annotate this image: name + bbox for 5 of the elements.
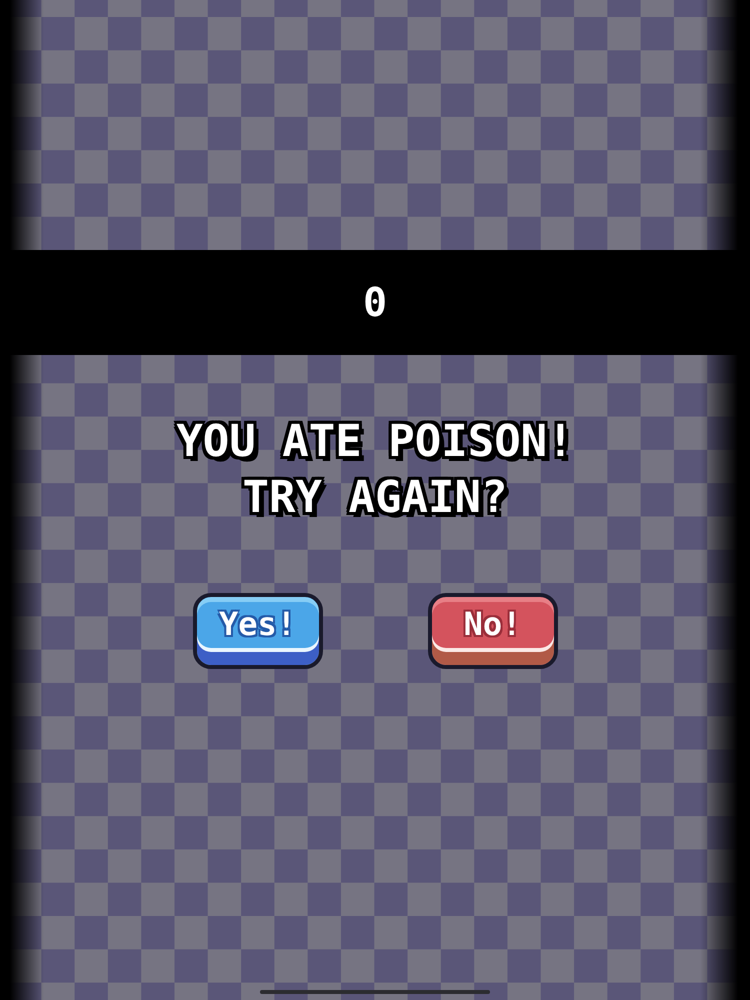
message-prompt: TRY AGAIN? — [242, 473, 508, 523]
yes-button[interactable]: Yes! — [192, 593, 322, 669]
score-text: 0 — [362, 282, 388, 322]
message-title: YOU ATE POISON! — [176, 417, 574, 467]
no-button[interactable]: No! — [428, 593, 558, 669]
